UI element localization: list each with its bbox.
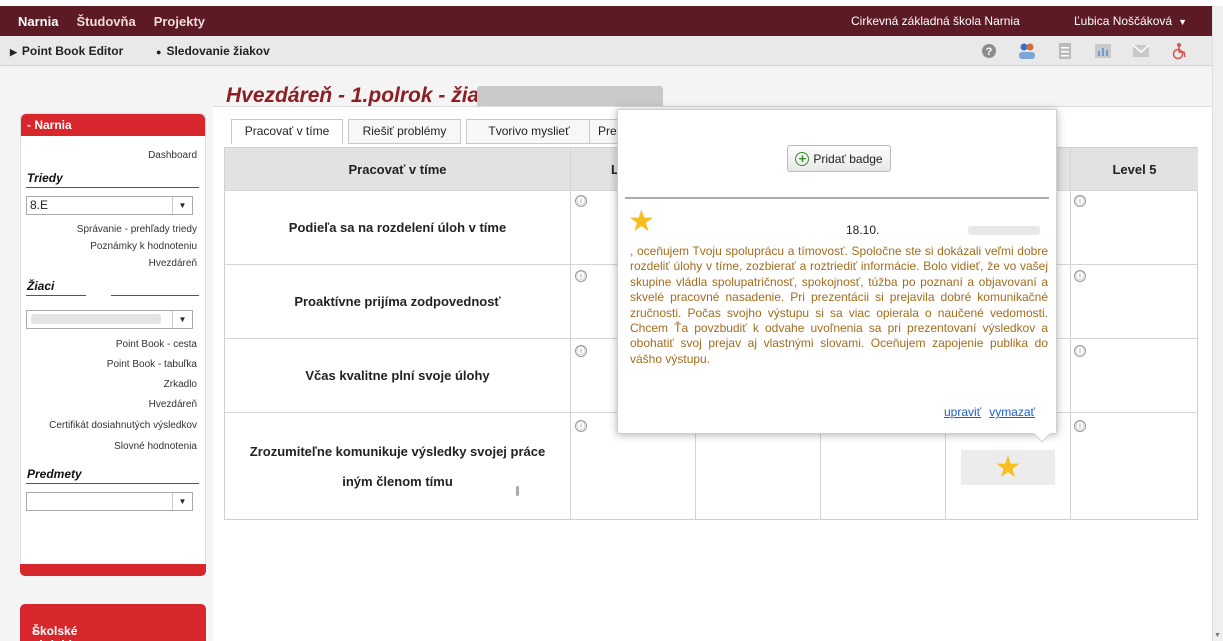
help-icon[interactable]: ? [975, 42, 1003, 60]
redacted-student-name [477, 86, 663, 108]
badge-star: ★ [628, 207, 655, 237]
star-icon: ★ [994, 450, 1022, 484]
sidebar-item-mirror[interactable]: Zrkadlo [164, 379, 197, 390]
page-scrollbar[interactable]: ▼ [1212, 6, 1223, 641]
sidebar-item-class-observatory[interactable]: Hvezdáreň [149, 258, 197, 269]
info-icon[interactable]: ⓘ [575, 345, 587, 357]
table-cell[interactable] [1071, 191, 1198, 265]
subject-select[interactable]: ▼ [26, 492, 193, 511]
info-icon[interactable]: ⓘ [575, 270, 587, 282]
user-menu[interactable]: Ľubica Noščáková ▼ [1074, 14, 1187, 28]
sidebar-narnia: - Narnia Dashboard Triedy 8.E ▼ Správanie… [20, 113, 206, 576]
divider [26, 295, 86, 296]
sidebar-item-dashboard[interactable]: Dashboard [148, 150, 197, 161]
edit-link[interactable]: upraviť [944, 405, 981, 419]
info-icon[interactable]: ⓘ [1074, 195, 1086, 207]
school-name[interactable]: Cirkevná základná škola Narnia [851, 14, 1020, 28]
chevron-down-icon: ▼ [172, 197, 192, 214]
info-icon[interactable]: ⓘ [575, 195, 587, 207]
sidebar2-header-label: Školské obdobia [32, 624, 79, 641]
document-icon[interactable] [1051, 42, 1079, 60]
table-row-label: Včas kvalitne plní svoje úlohy [225, 339, 571, 413]
info-icon[interactable]: ⓘ [575, 420, 587, 432]
classes-heading: Triedy [27, 171, 63, 185]
chart-icon[interactable] [1089, 42, 1117, 60]
add-badge-button[interactable]: + Pridať badge [787, 145, 891, 172]
badge-comment: , oceňujem Tvoju spoluprácu a tímovosť. … [630, 244, 1048, 366]
table-header-skill: Pracovať v tíme [225, 148, 571, 191]
class-select-value: 8.E [30, 198, 49, 212]
subjects-heading: Predmety [27, 467, 82, 481]
info-icon[interactable]: ⓘ [1074, 345, 1086, 357]
breadcrumb-tracking-label: Sledovanie žiakov [166, 44, 270, 58]
mail-icon[interactable] [1127, 42, 1155, 60]
tab-solve-problems[interactable]: Riešiť problémy [348, 119, 461, 144]
sidebar-item-point-book-path[interactable]: Point Book - cesta [116, 339, 197, 350]
sidebar-footer [20, 564, 206, 576]
sidebar-item-evaluation-notes[interactable]: Poznámky k hodnoteniu [90, 241, 197, 252]
nav-projekty[interactable]: Projekty [145, 14, 214, 29]
redacted-student-select-value [31, 314, 161, 324]
chevron-down-icon: ▼ [172, 311, 192, 328]
scroll-down-icon[interactable]: ▼ [1214, 632, 1221, 639]
sidebar-item-student-observatory[interactable]: Hvezdáreň [149, 399, 197, 410]
divider [26, 187, 199, 188]
toolbar-icons: ? [975, 42, 1203, 60]
star-icon: ★ [628, 205, 655, 238]
nav-studovna[interactable]: Študovňa [67, 14, 144, 29]
breadcrumb-sledovanie-ziakov[interactable]: ● Sledovanie žiakov [156, 44, 270, 58]
chevron-down-icon: ▼ [1178, 17, 1187, 27]
sidebar-item-certificate[interactable]: Certifikát dosiahnutých výsledkov [49, 420, 197, 431]
sidebar-header[interactable]: - Narnia [21, 114, 205, 136]
add-badge-label: Pridať badge [813, 151, 883, 166]
triangle-right-icon: ▶ [10, 47, 17, 57]
badge-cell[interactable]: ★ [961, 450, 1055, 485]
redacted-text [968, 226, 1040, 235]
sidebar-header-label: Narnia [34, 118, 72, 132]
badge-date: 18.10. [846, 223, 880, 237]
tab-creative-thinking[interactable]: Tvorivo myslieť [466, 119, 592, 144]
class-select[interactable]: 8.E ▼ [26, 196, 193, 215]
sidebar-school-periods[interactable]: - Školské obdobia [20, 604, 206, 641]
breadcrumb-editor-label: Point Book Editor [21, 44, 124, 58]
delete-link[interactable]: vymazať [989, 405, 1035, 419]
table-row-label: Zrozumiteľne komunikuje výsledky svojej … [225, 413, 571, 520]
nav-narnia[interactable]: Narnia [0, 14, 67, 29]
table-cell[interactable] [1071, 413, 1198, 520]
chevron-down-icon: ▼ [172, 493, 192, 510]
table-row-label: Proaktívne prijíma zodpovednosť [225, 265, 571, 339]
svg-text:?: ? [986, 46, 993, 58]
sidebar-item-class-behavior[interactable]: Správanie - prehľady triedy [77, 224, 197, 235]
top-navbar: Narnia Študovňa Projekty Cirkevná základ… [0, 6, 1212, 36]
tab-team-work[interactable]: Pracovať v tíme [231, 119, 343, 144]
table-cell[interactable] [1071, 265, 1198, 339]
info-icon[interactable]: ⓘ [1074, 270, 1086, 282]
accessibility-icon[interactable] [1165, 42, 1193, 60]
bullet-icon: ● [156, 47, 162, 57]
popup-divider [625, 197, 1049, 199]
popup-actions: upraviť vymazať [944, 405, 1043, 419]
table-row-label: Podieľa sa na rozdelení úloh v tíme [225, 191, 571, 265]
breadcrumb: ▶ Point Book Editor ● Sledovanie žiakov ? [0, 36, 1212, 66]
table-header-level-5: Level 5 [1071, 148, 1198, 191]
main-nav: Narnia Študovňa Projekty [0, 6, 214, 36]
page-title: Hvezdáreň - 1.polrok - žiak : [226, 84, 504, 107]
breadcrumb-point-book-editor[interactable]: ▶ Point Book Editor [10, 44, 123, 58]
table-cell[interactable] [1071, 339, 1198, 413]
divider [26, 483, 199, 484]
divider [111, 295, 199, 296]
user-name: Ľubica Noščáková [1074, 14, 1173, 28]
sidebar-item-verbal-evaluation[interactable]: Slovné hodnotenia [114, 441, 197, 452]
students-heading: Žiaci [27, 279, 55, 293]
info-icon[interactable]: ⓘ [1074, 420, 1086, 432]
sidebar-item-point-book-table[interactable]: Point Book - tabuľka [107, 359, 197, 370]
users-icon[interactable] [1013, 42, 1041, 60]
text-cursor [516, 486, 519, 496]
badge-popup: + Pridať badge ★ 18.10. , oceňujem Tvoju … [617, 109, 1057, 443]
plus-circle-icon: + [795, 151, 810, 166]
